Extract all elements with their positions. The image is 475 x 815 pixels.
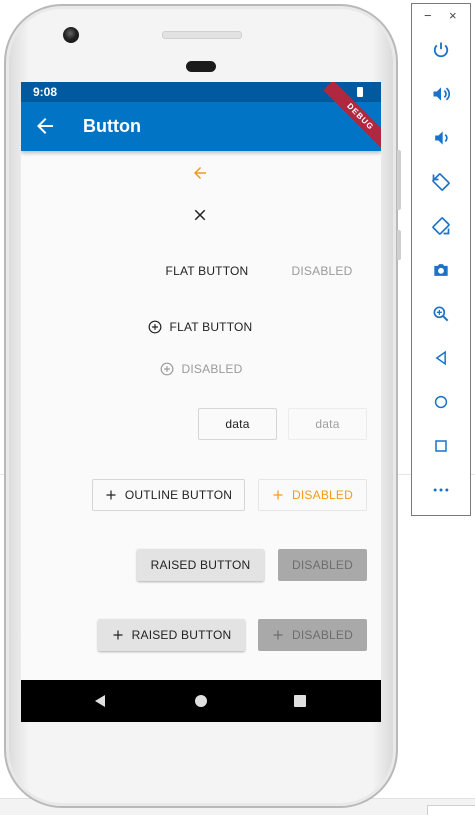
- camera-icon: [434, 264, 448, 276]
- outline-button-label: OUTLINE BUTTON: [124, 488, 233, 502]
- add-circle-outline-icon: [148, 320, 162, 334]
- button-demo-content: FLAT BUTTON DISABLED FLAT BUTTON DISABLE…: [21, 151, 381, 680]
- close-icon: [194, 209, 206, 221]
- add-icon: [272, 489, 284, 501]
- flat-button[interactable]: FLAT BUTTON: [157, 253, 257, 289]
- data-disabled-label: data: [315, 417, 340, 431]
- close-icon-button[interactable]: [186, 201, 214, 229]
- overview-button[interactable]: [429, 434, 453, 458]
- flat-icon-disabled-label: DISABLED: [181, 362, 243, 376]
- data-outline-button[interactable]: data: [198, 408, 277, 440]
- square-overview-icon: [294, 695, 306, 707]
- system-navigation-bar: [21, 680, 381, 722]
- nav-home-button[interactable]: [192, 692, 210, 710]
- outline-disabled-button[interactable]: DISABLED: [258, 479, 367, 511]
- zoom-button[interactable]: [429, 302, 453, 326]
- raised-button[interactable]: RAISED BUTTON: [137, 549, 264, 581]
- data-button-label: data: [225, 417, 250, 431]
- minimize-button[interactable]: −: [424, 8, 432, 23]
- close-window-button[interactable]: ×: [449, 8, 457, 23]
- overview-icon: [435, 440, 447, 452]
- rotate-right-icon: [432, 217, 450, 235]
- home-button[interactable]: [429, 390, 453, 414]
- outline-button[interactable]: OUTLINE BUTTON: [92, 479, 245, 511]
- flat-disabled-button: DISABLED: [285, 253, 359, 289]
- raised-icon-disabled-button: DISABLED: [258, 619, 367, 651]
- volume-up-icon: [433, 87, 451, 101]
- raised-button-label: RAISED BUTTON: [150, 558, 251, 572]
- page-title: Button: [83, 116, 141, 136]
- rotate-left-button[interactable]: [429, 170, 453, 194]
- home-icon: [434, 395, 448, 409]
- raised-icon-button-label: RAISED BUTTON: [131, 628, 232, 642]
- raised-disabled-label: DISABLED: [292, 558, 353, 572]
- more-icon: [433, 488, 449, 492]
- raised-icon-button[interactable]: RAISED BUTTON: [98, 619, 245, 651]
- circle-home-icon: [195, 695, 207, 707]
- back-icon: [435, 350, 446, 366]
- add-circle-outline-icon: [160, 362, 174, 376]
- add-icon: [272, 629, 284, 641]
- nav-back-button[interactable]: [91, 692, 109, 710]
- zoom-icon: [433, 306, 449, 322]
- phone-power-side-button: [397, 150, 401, 210]
- arrow-back-icon: [194, 167, 206, 179]
- flat-icon-disabled-button: DISABLED: [152, 351, 250, 387]
- volume-up-button[interactable]: [429, 82, 453, 106]
- phone-volume-side-button: [397, 230, 401, 260]
- flat-disabled-label: DISABLED: [291, 264, 353, 278]
- nav-overview-button[interactable]: [291, 692, 309, 710]
- phone-screen: 9:08 Button DEBUG FLAT BUTTON DISABLED F…: [21, 82, 381, 722]
- screenshot-button[interactable]: [429, 258, 453, 282]
- more-button[interactable]: [429, 478, 453, 502]
- raised-icon-disabled-label: DISABLED: [292, 628, 353, 642]
- orange-back-icon-button[interactable]: [186, 159, 214, 187]
- app-bar: Button DEBUG: [21, 82, 381, 154]
- flat-icon-button-label: FLAT BUTTON: [169, 320, 253, 334]
- volume-down-icon: [435, 131, 448, 145]
- add-icon: [105, 489, 117, 501]
- rotate-left-icon: [432, 173, 450, 191]
- arrow-back-icon: [37, 118, 53, 134]
- top-speaker-grille: [162, 31, 242, 39]
- flat-button-label: FLAT BUTTON: [165, 264, 249, 278]
- rotate-right-button[interactable]: [429, 214, 453, 238]
- power-icon: [433, 42, 449, 58]
- emulator-toolbar: − ×: [411, 3, 471, 516]
- front-camera: [63, 27, 79, 43]
- volume-down-button[interactable]: [429, 126, 453, 150]
- earpiece: [186, 61, 216, 72]
- flat-icon-button[interactable]: FLAT BUTTON: [138, 309, 262, 345]
- raised-disabled-button: DISABLED: [278, 549, 367, 581]
- data-outline-disabled-button: data: [288, 408, 367, 440]
- back-arrow-button[interactable]: [33, 114, 57, 138]
- power-button[interactable]: [429, 38, 453, 62]
- add-icon: [112, 629, 124, 641]
- triangle-back-icon: [95, 695, 105, 707]
- status-time: 9:08: [33, 85, 58, 99]
- outline-disabled-label: DISABLED: [292, 488, 353, 502]
- back-button[interactable]: [429, 346, 453, 370]
